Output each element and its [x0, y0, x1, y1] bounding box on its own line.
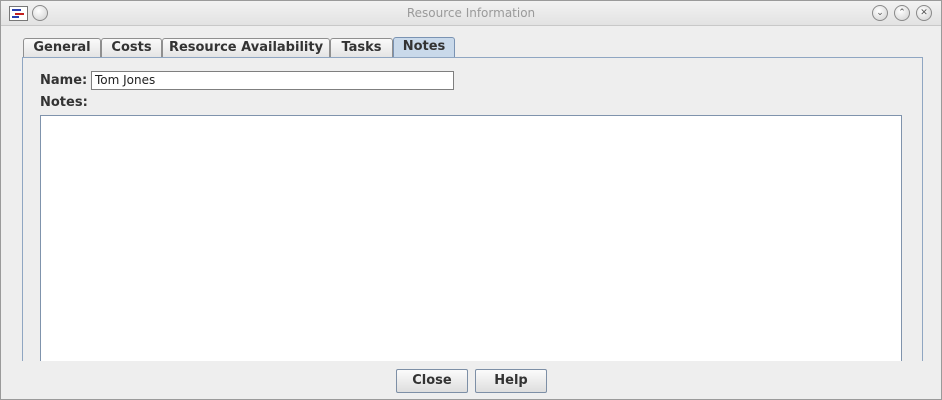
- button-bar: Close Help: [1, 361, 941, 399]
- chevron-down-icon: ⌄: [876, 8, 884, 18]
- tab-costs[interactable]: Costs: [101, 38, 162, 57]
- tab-resource-availability[interactable]: Resource Availability: [162, 38, 330, 57]
- resource-information-dialog: Resource Information ⌄ ⌃ ✕ General Costs…: [0, 0, 942, 400]
- name-field[interactable]: Tom Jones: [91, 71, 454, 90]
- tab-notes[interactable]: Notes: [393, 37, 455, 58]
- maximize-button[interactable]: ⌃: [894, 5, 910, 21]
- notes-label: Notes:: [40, 95, 88, 110]
- notes-textarea[interactable]: [40, 115, 902, 362]
- title-bar[interactable]: Resource Information ⌄ ⌃ ✕: [1, 1, 941, 26]
- close-icon: ✕: [920, 8, 928, 18]
- help-button[interactable]: Help: [475, 369, 547, 393]
- name-label: Name:: [40, 73, 88, 88]
- chevron-up-icon: ⌃: [898, 8, 906, 18]
- tab-general[interactable]: General: [23, 38, 101, 57]
- window-title: Resource Information: [406, 6, 536, 20]
- minimize-button[interactable]: ⌄: [872, 5, 888, 21]
- close-button[interactable]: Close: [396, 369, 468, 393]
- tab-tasks[interactable]: Tasks: [330, 38, 393, 57]
- close-window-button[interactable]: ✕: [916, 5, 932, 21]
